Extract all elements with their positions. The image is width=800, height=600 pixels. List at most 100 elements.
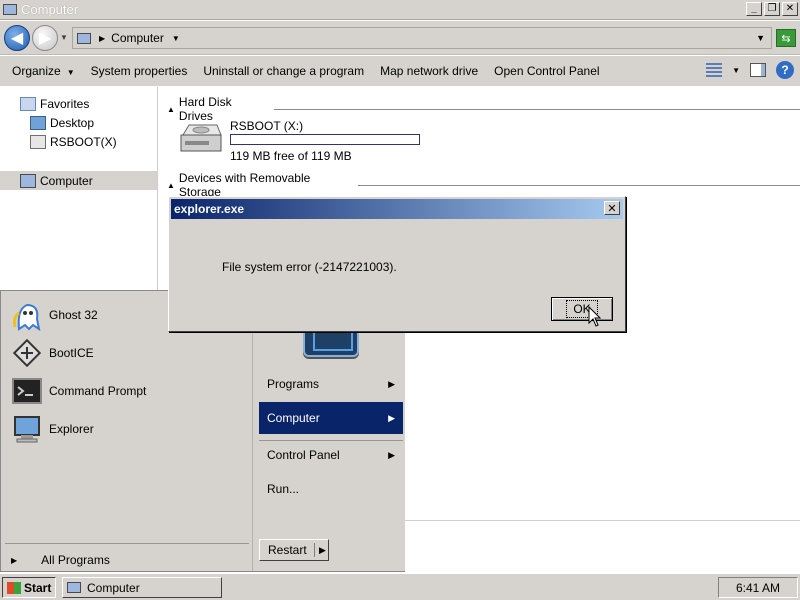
pinned-label: Command Prompt (49, 384, 147, 398)
explorer-icon (11, 413, 43, 445)
arrow-right-icon: ▶ (11, 555, 18, 565)
breadcrumb-arrow-icon[interactable]: ▶ (99, 34, 105, 43)
dialog-message: File system error (-2147221003). (222, 260, 397, 274)
address-bar: ◀ ▶ ▼ ▶ Computer ▼ ▼ ⇆ (0, 21, 800, 55)
restore-button[interactable]: ❐ (764, 2, 780, 16)
nav-favorites-label: Favorites (40, 97, 90, 111)
computer-icon (20, 173, 36, 188)
back-button[interactable]: ◀ (4, 25, 30, 51)
organize-button[interactable]: Organize ▼ (4, 64, 83, 78)
start-programs-label: Programs (267, 377, 320, 391)
address-dropdown-icon[interactable]: ▼ (756, 33, 765, 43)
system-properties-button[interactable]: System properties (83, 64, 196, 78)
start-run[interactable]: Run... (259, 473, 403, 505)
removable-header-label: Devices with Removable Storage (178, 171, 311, 199)
windows-logo-icon (7, 581, 21, 594)
drive-name: RSBOOT (X:) (230, 119, 304, 133)
group-header-removable[interactable]: ▲ Devices with Removable Storage (167, 171, 800, 199)
history-dropdown-icon[interactable]: ▼ (60, 33, 68, 42)
organize-label: Organize (12, 64, 61, 78)
nav-rsboot[interactable]: RSBOOT(X) (30, 135, 117, 149)
start-computer-label: Computer (267, 411, 320, 425)
computer-icon (77, 32, 91, 44)
pinned-command-prompt[interactable]: Command Prompt (11, 375, 146, 407)
start-control-panel[interactable]: Control Panel ▶ (259, 439, 403, 471)
drive-rsboot[interactable]: RSBOOT (X:) 119 MB free of 119 MB (179, 117, 420, 163)
nav-computer-label: Computer (40, 173, 93, 188)
taskbar: Start Computer 6:41 AM (0, 573, 800, 600)
map-network-drive-button[interactable]: Map network drive (372, 64, 486, 78)
drive-free-space: 119 MB free of 119 MB (230, 149, 352, 163)
breadcrumb-dropdown-icon[interactable]: ▼ (172, 34, 180, 43)
nav-desktop[interactable]: Desktop (30, 116, 94, 130)
ghost-icon (11, 299, 43, 331)
arrow-right-icon: ▶ (388, 378, 395, 389)
taskbar-button-label: Computer (87, 580, 140, 595)
arrow-right-icon: ▶ (388, 412, 395, 423)
arrow-right-icon: ▶ (388, 449, 395, 460)
collapse-icon: ▲ (167, 104, 175, 114)
favorites-icon (20, 97, 36, 111)
all-programs-button[interactable]: ▶ All Programs (11, 553, 110, 567)
window-titlebar[interactable]: Computer _ ❐ ✕ (0, 0, 800, 20)
start-menu: Ghost 32 BootICE Command Prompt Explorer… (0, 290, 405, 572)
dialog-titlebar[interactable]: explorer.exe (171, 199, 623, 219)
toolbar-right: ▼ ? (706, 61, 794, 79)
window-controls: _ ❐ ✕ (746, 2, 798, 16)
start-menu-pinned: Ghost 32 BootICE Command Prompt Explorer… (1, 291, 253, 571)
drive-icon (30, 135, 46, 149)
pinned-bootice[interactable]: BootICE (11, 337, 94, 369)
open-control-panel-button[interactable]: Open Control Panel (486, 64, 607, 78)
start-label: Start (24, 580, 52, 595)
refresh-button[interactable]: ⇆ (776, 29, 796, 47)
pinned-label: Explorer (49, 422, 94, 436)
nav-favorites[interactable]: Favorites (20, 97, 89, 111)
command-toolbar: Organize ▼ System properties Uninstall or… (0, 56, 800, 86)
start-run-label: Run... (267, 482, 300, 496)
chevron-down-icon: ▼ (66, 68, 75, 77)
arrow-right-icon[interactable]: ▶ (315, 545, 326, 556)
error-dialog: explorer.exe ✕ File system error (-21472… (168, 196, 626, 332)
pinned-explorer[interactable]: Explorer (11, 413, 94, 445)
views-dropdown-icon[interactable]: ▼ (732, 66, 740, 75)
pinned-label: BootICE (49, 346, 94, 360)
forward-button[interactable]: ▶ (32, 25, 58, 51)
uninstall-program-button[interactable]: Uninstall or change a program (195, 64, 372, 78)
group-divider (358, 184, 800, 186)
computer-icon (3, 4, 17, 15)
start-computer[interactable]: Computer ▶ (259, 402, 403, 434)
group-divider (274, 108, 800, 110)
views-icon[interactable] (706, 63, 723, 77)
bootice-icon (11, 337, 43, 369)
start-menu-places: Programs ▶ Computer ▶ Control Panel ▶ Ru… (255, 291, 405, 571)
preview-pane-icon[interactable] (750, 63, 766, 77)
taskbar-button-computer[interactable]: Computer (62, 577, 222, 598)
ok-button[interactable]: OK (551, 297, 613, 321)
pinned-label: Ghost 32 (49, 308, 98, 322)
nav-computer[interactable]: Computer (0, 171, 157, 190)
window-title: Computer (21, 2, 79, 17)
mouse-cursor-icon (588, 306, 602, 327)
command-prompt-icon (11, 375, 43, 407)
address-field[interactable]: ▶ Computer ▼ ▼ (72, 27, 772, 49)
restart-label: Restart (260, 543, 315, 557)
system-tray-clock[interactable]: 6:41 AM (718, 577, 798, 598)
close-button[interactable]: ✕ (782, 2, 798, 16)
start-programs[interactable]: Programs ▶ (259, 368, 403, 400)
dialog-close-button[interactable]: ✕ (604, 201, 620, 215)
content-lower-area (404, 520, 800, 573)
start-menu-divider (5, 543, 249, 544)
nav-desktop-label: Desktop (50, 116, 95, 130)
all-programs-label: All Programs (41, 553, 110, 567)
nav-rsboot-label: RSBOOT(X) (50, 135, 117, 149)
restart-button[interactable]: Restart ▶ (259, 539, 329, 561)
computer-icon (67, 582, 81, 593)
minimize-button[interactable]: _ (746, 2, 762, 16)
pinned-ghost32[interactable]: Ghost 32 (11, 299, 98, 331)
help-icon[interactable]: ? (776, 61, 794, 79)
desktop-icon (30, 116, 46, 130)
dialog-title: explorer.exe (174, 202, 245, 216)
start-control-panel-label: Control Panel (267, 448, 340, 462)
breadcrumb-computer[interactable]: Computer (111, 31, 164, 45)
start-button[interactable]: Start (2, 577, 56, 598)
